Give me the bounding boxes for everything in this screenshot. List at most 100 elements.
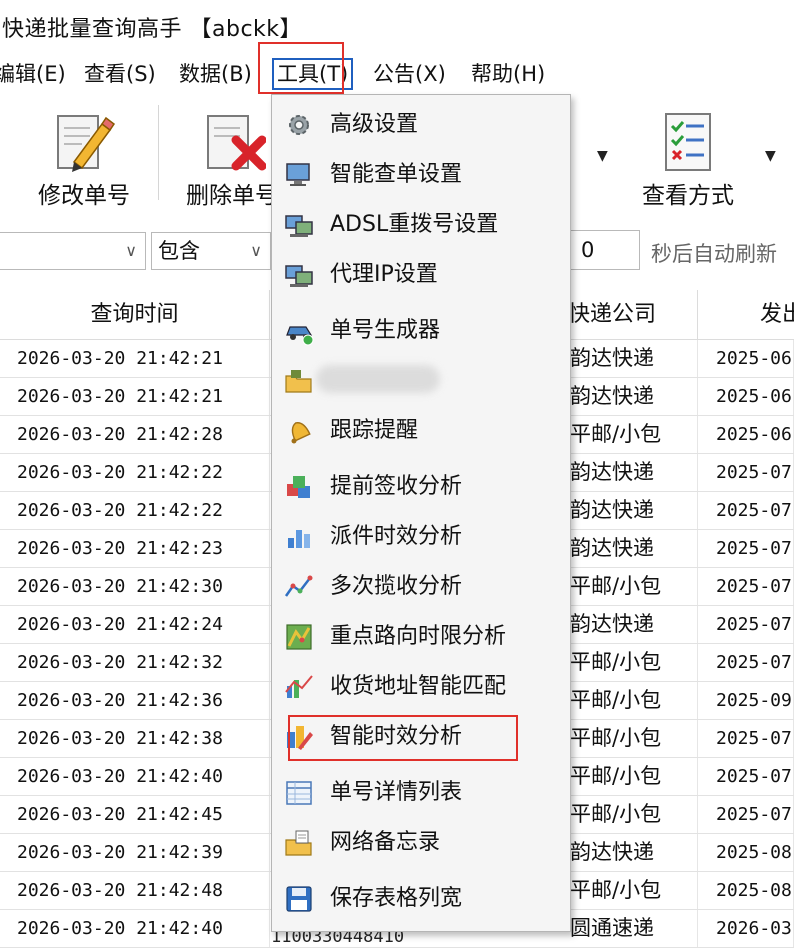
cubes-icon [287, 476, 310, 498]
cell-query-time: 2026-03-20 21:42:21 [0, 340, 270, 377]
cell-company: 平邮/小包 [568, 796, 698, 833]
partial-tracking-number: 1100330448410 [271, 932, 405, 944]
cell-company: 平邮/小包 [568, 720, 698, 757]
cell-company: 韵达快递 [568, 378, 698, 415]
cell-company: 韵达快递 [568, 340, 698, 377]
redacted-label [316, 365, 440, 393]
cell-query-time: 2026-03-20 21:42:22 [0, 454, 270, 491]
view-mode-button[interactable]: 查看方式 [640, 102, 760, 212]
chevron-down-icon: ∨ [250, 241, 262, 260]
view-mode-label: 查看方式 [642, 183, 734, 209]
cell-query-time: 2026-03-20 21:42:45 [0, 796, 270, 833]
menu-item-save-column-width[interactable]: 保存表格列宽 [272, 877, 570, 921]
cell-query-time: 2026-03-20 21:42:30 [0, 568, 270, 605]
cell-query-time: 2026-03-20 21:42:36 [0, 682, 270, 719]
menu-item-advanced-settings[interactable]: 高级设置 [272, 103, 570, 147]
cell-company: 平邮/小包 [568, 872, 698, 909]
gear-icon [289, 115, 309, 135]
view-mode-dropdown-icon[interactable]: ▼ [765, 148, 776, 164]
menu-bar: 编辑(E) 查看(S) 数据(B) 工具(T) 公告(X) 帮助(H) [0, 56, 794, 94]
menu-item-address-match[interactable]: 收货地址智能匹配 [272, 665, 570, 709]
cell-send-time: 2025-07 [698, 492, 794, 529]
pencil-chart-icon [287, 726, 313, 750]
menu-data[interactable]: 数据(B) [179, 60, 252, 88]
cell-company: 平邮/小包 [568, 682, 698, 719]
menu-item-label: 高级设置 [330, 112, 419, 137]
match-mode-value: 包含 [158, 239, 200, 263]
edit-number-button[interactable]: 修改单号 [30, 102, 140, 212]
menu-item-proxy-ip-settings[interactable]: 代理IP设置 [272, 253, 570, 297]
edit-number-label: 修改单号 [38, 183, 130, 209]
menu-item-label: ADSL重拨号设置 [330, 212, 499, 237]
network-icon [285, 215, 313, 237]
menu-item-delivery-time-analysis[interactable]: 派件时效分析 [272, 515, 570, 559]
match-chart-icon [285, 675, 313, 698]
menu-item-number-detail-list[interactable]: 单号详情列表 [272, 771, 570, 815]
menu-item-number-generator[interactable]: 单号生成器 [272, 309, 570, 353]
column-header-company[interactable]: 快递公司 [568, 290, 698, 340]
cell-send-time: 2025-07 [698, 758, 794, 795]
cell-send-time: 2026-03 [698, 910, 794, 947]
column-header-send[interactable]: 发出 [698, 290, 794, 340]
menu-item-label: 单号详情列表 [330, 780, 463, 805]
cell-send-time: 2025-07 [698, 644, 794, 681]
cell-company: 平邮/小包 [568, 758, 698, 795]
cell-query-time: 2026-03-20 21:42:39 [0, 834, 270, 871]
cell-query-time: 2026-03-20 21:42:32 [0, 644, 270, 681]
menu-item-tracking-reminder[interactable]: 跟踪提醒 [272, 409, 570, 453]
cell-query-time: 2026-03-20 21:42:40 [0, 758, 270, 795]
menu-item-label: 派件时效分析 [330, 524, 463, 549]
cell-send-time: 2025-06 [698, 340, 794, 377]
menu-notice[interactable]: 公告(X) [373, 60, 446, 88]
menu-item-multi-pickup-analysis[interactable]: 多次揽收分析 [272, 565, 570, 609]
cell-company: 韵达快递 [568, 492, 698, 529]
dropdown-arrow-icon[interactable]: ▼ [597, 148, 608, 164]
field-combo[interactable]: ∨ [0, 232, 146, 270]
auto-refresh-label: 秒后自动刷新 [651, 242, 777, 266]
cell-send-time: 2025-08 [698, 834, 794, 871]
cell-send-time: 2025-07 [698, 796, 794, 833]
column-header-query-time[interactable]: 查询时间 [0, 290, 270, 340]
menu-item-smart-time-analysis[interactable]: 智能时效分析 [272, 715, 570, 759]
menu-item-label: 智能时效分析 [330, 724, 463, 749]
menu-edit[interactable]: 编辑(E) [0, 60, 66, 88]
delete-number-button[interactable]: 删除单号 [180, 102, 278, 212]
cell-company: 韵达快递 [568, 606, 698, 643]
cell-company: 韵达快递 [568, 834, 698, 871]
refresh-seconds-input[interactable]: 0 [560, 230, 640, 270]
cell-query-time: 2026-03-20 21:42:38 [0, 720, 270, 757]
menu-item-smart-query-settings[interactable]: 智能查单设置 [272, 153, 570, 197]
menu-item-label: 重点路向时限分析 [330, 624, 507, 649]
menu-help[interactable]: 帮助(H) [471, 60, 545, 88]
cell-send-time: 2025-07 [698, 720, 794, 757]
cell-send-time: 2025-07 [698, 606, 794, 643]
floppy-icon [286, 886, 312, 912]
bar-chart-icon [288, 530, 310, 548]
menu-item-label: 智能查单设置 [330, 162, 463, 187]
cell-company: 平邮/小包 [568, 644, 698, 681]
cell-query-time: 2026-03-20 21:42:48 [0, 872, 270, 909]
menu-tools[interactable]: 工具(T) [272, 58, 354, 90]
menu-item-label: 网络备忘录 [330, 830, 441, 855]
menu-item-key-route-analysis[interactable]: 重点路向时限分析 [272, 615, 570, 659]
cell-send-time: 2025-09 [698, 682, 794, 719]
notes-icon [285, 830, 312, 856]
match-mode-combo[interactable]: 包含 ∨ [151, 232, 271, 270]
line-chart-icon [284, 575, 313, 597]
cell-company: 韵达快递 [568, 530, 698, 567]
cell-query-time: 2026-03-20 21:42:21 [0, 378, 270, 415]
cell-query-time: 2026-03-20 21:42:24 [0, 606, 270, 643]
cell-query-time: 2026-03-20 21:42:23 [0, 530, 270, 567]
table-icon [286, 781, 312, 805]
delete-number-label: 删除单号 [186, 183, 278, 209]
checklist-icon [665, 113, 711, 171]
tools-dropdown-menu: 高级设置 智能查单设置 ADSL重拨号设置 代理IP设置 单号生成器 跟踪提醒 … [271, 94, 571, 932]
cell-send-time: 2025-07 [698, 530, 794, 567]
menu-item-label: 单号生成器 [330, 318, 441, 343]
menu-view[interactable]: 查看(S) [84, 60, 156, 88]
car-icon [286, 326, 314, 346]
bell-icon [291, 422, 311, 444]
menu-item-early-sign-analysis[interactable]: 提前签收分析 [272, 465, 570, 509]
menu-item-network-memo[interactable]: 网络备忘录 [272, 821, 570, 865]
menu-item-adsl-settings[interactable]: ADSL重拨号设置 [272, 203, 570, 247]
